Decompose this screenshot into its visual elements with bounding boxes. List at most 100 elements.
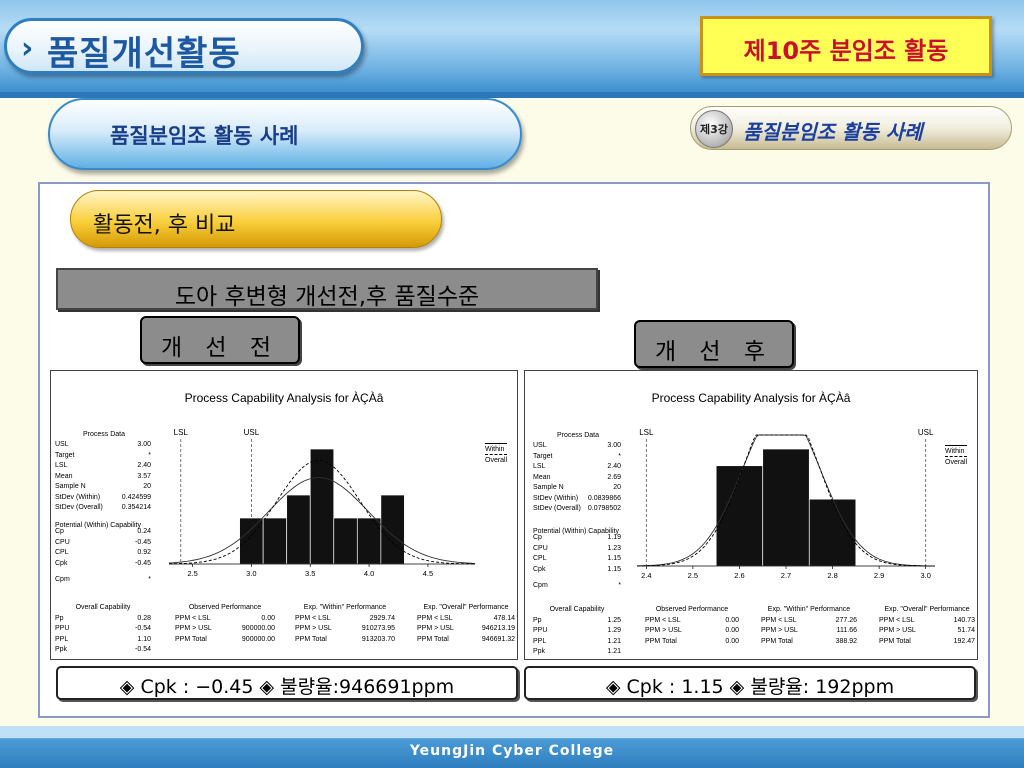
before-label-box: 개 선 전 [140, 316, 300, 364]
row-label: Cpm [533, 582, 548, 589]
x-tick-label: 2.5 [187, 569, 197, 578]
row-label: LSL [533, 463, 546, 470]
row-label: LSL [55, 462, 68, 469]
table-row: Mean 2.69 [533, 473, 621, 484]
row-label: StDev (Overall) [55, 504, 103, 511]
usl-label: USL [918, 428, 934, 437]
legend-within: Within [945, 445, 968, 456]
row-label: PPM Total [417, 635, 449, 643]
row-value: -0.45 [135, 538, 151, 546]
row-label: Mean [533, 473, 551, 481]
row-value: 1.21 [607, 637, 621, 645]
table-heading: Observed Performance [655, 606, 729, 613]
row-label: PPM > USL [175, 625, 212, 632]
row-value: 0.00 [725, 637, 739, 645]
row-value: 1.29 [607, 627, 621, 634]
table-row: PPM Total 946691.32 [417, 635, 515, 646]
table-row: Sample N 20 [55, 482, 151, 493]
row-value: 3.00 [607, 442, 621, 449]
legend-within: Within [485, 443, 508, 454]
row-label: Mean [55, 472, 73, 480]
table-row: PPM < LSL 0.00 [175, 614, 275, 625]
x-tick-label: 2.7 [781, 571, 791, 580]
histogram-bar [808, 498, 857, 567]
row-label: Cpk [55, 559, 68, 567]
lsl-label: LSL [174, 428, 189, 437]
usl-label: USL [244, 428, 260, 437]
topic-box: 도아 후변형 개선전,후 품질수준 [56, 268, 598, 310]
row-value: * [148, 576, 151, 583]
row-value: 140.73 [953, 616, 975, 624]
row-value: 0.0798502 [587, 505, 621, 512]
row-value: 2.40 [137, 462, 151, 469]
result-before-box: ◈ Cpk : −0.45 ◈ 불량율:946691ppm [56, 666, 518, 700]
row-value: 2.69 [607, 473, 621, 481]
table-row: PPU -0.54 [55, 624, 151, 635]
row-value: 1.19 [607, 534, 621, 541]
row-label: StDev (Within) [55, 493, 101, 501]
row-label: Pp [55, 614, 64, 622]
row-value: 0.424599 [121, 493, 151, 501]
row-value: 277.26 [835, 616, 857, 624]
table-row: PPM > USL 946213.19 [417, 624, 515, 635]
table-row: PPM < LSL 2929.74 [295, 614, 395, 625]
x-tick-label: 3.0 [246, 569, 256, 578]
row-value: 0.92 [137, 549, 151, 556]
row-value: 0.28 [137, 614, 151, 622]
table-heading: Overall Capability [549, 606, 605, 613]
histogram-bar [309, 448, 335, 565]
table-row: Cpk -0.45 [55, 559, 151, 570]
topic-title: 도아 후변형 개선전,후 품질수준 [174, 284, 480, 310]
table-row: StDev (Overall) 0.354214 [55, 503, 151, 514]
row-label: Sample N [533, 484, 564, 491]
process-data-table: USL 3.00 Target * LSL 2.40 Mean 2.69 Sample N 20 S… [533, 441, 621, 515]
table-heading: Exp. "Overall" Performance [884, 606, 970, 613]
week-label: 제10주 분임조 활동 [700, 16, 992, 76]
row-value: 0.0839866 [587, 494, 621, 502]
row-label: PPM < LSL [761, 616, 797, 624]
row-value: 20 [613, 484, 621, 491]
row-value: 0.354214 [121, 504, 151, 511]
row-value: -0.45 [135, 559, 151, 567]
row-value: 478.14 [493, 614, 515, 622]
row-value: 946691.32 [481, 635, 515, 643]
table-row: PPM Total 913203.70 [295, 635, 395, 646]
row-value: 1.21 [607, 648, 621, 655]
histogram-plot: LSL USL 2.5 3.0 3.5 4.0 4.5 [168, 428, 476, 578]
lecture-title: 품질분임조 활동 사례 [743, 120, 923, 144]
table-row: PPM < LSL 277.26 [761, 616, 857, 627]
row-label: PPM < LSL [417, 614, 453, 622]
row-label: Sample N [55, 483, 86, 490]
expected-overall-table: Exp. "Overall" Performance PPM < LSL 140.7… [879, 605, 975, 647]
row-label: PPM Total [879, 637, 911, 645]
table-row: USL 3.00 [533, 441, 621, 452]
row-label: Ppk [55, 646, 68, 653]
table-heading: Exp. "Within" Performance [303, 604, 387, 611]
row-label: StDev (Overall) [533, 505, 581, 512]
compare-heading-pill: 활동전, 후 비교 [70, 190, 442, 248]
row-label: PPM Total [175, 635, 207, 643]
table-row: PPL 1.10 [55, 635, 151, 646]
row-label: PPM < LSL [879, 616, 915, 624]
table-row: CPL 1.15 [533, 554, 621, 565]
row-label: USL [55, 441, 69, 448]
row-label: CPU [55, 538, 70, 546]
row-label: CPL [55, 549, 69, 556]
overall-capability-table: Overall Capability Pp 1.25 PPU 1.29 PPL 1.21 Pp… [533, 605, 621, 658]
week-text: 제10주 분임조 활동 [743, 37, 949, 65]
table-row: LSL 2.40 [533, 462, 621, 473]
table-row: CPU 1.23 [533, 544, 621, 555]
table-heading: Exp. "Overall" Performance [423, 604, 509, 611]
row-value: 3.57 [137, 472, 151, 480]
x-tick-label: 3.5 [305, 569, 315, 578]
histogram-bar [286, 494, 311, 565]
table-row: Cpm * [533, 581, 621, 592]
row-value: 0.00 [725, 627, 739, 634]
x-tick-label: 2.8 [827, 571, 837, 580]
row-value: 192.47 [953, 637, 975, 645]
row-label: PPL [55, 635, 69, 643]
table-row: PPL 1.21 [533, 637, 621, 648]
compare-heading: 활동전, 후 비교 [93, 213, 236, 238]
table-row: Pp 1.25 [533, 616, 621, 627]
histogram-bar [762, 448, 810, 567]
